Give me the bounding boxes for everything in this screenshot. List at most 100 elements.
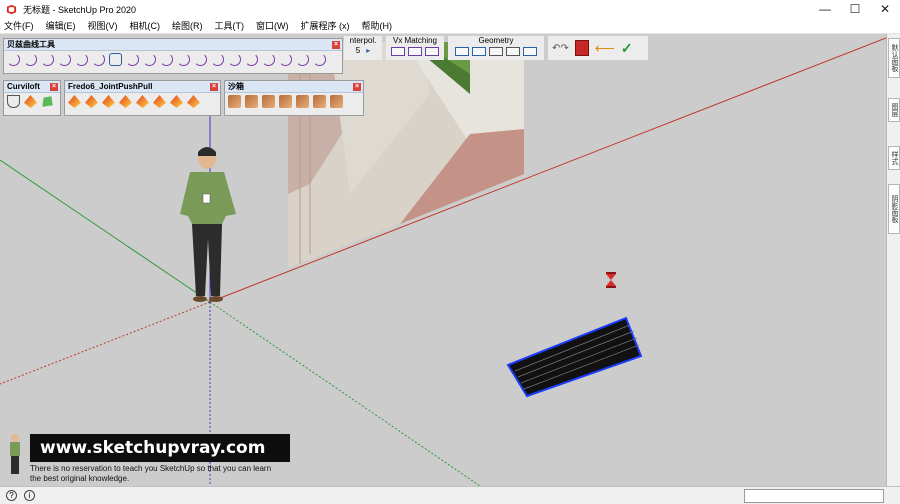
close-curviloft-toolbar-button[interactable]: × bbox=[50, 83, 58, 91]
arc-icon[interactable] bbox=[92, 53, 105, 66]
back-arrow-icon[interactable]: ⟵ bbox=[595, 40, 615, 57]
bezier-toolbar: 贝兹曲线工具 × bbox=[3, 38, 343, 74]
minimize-button[interactable]: — bbox=[810, 0, 840, 18]
geometry-grid-icon-2[interactable] bbox=[472, 47, 486, 56]
menu-extensions[interactable]: 扩展程序 (x) bbox=[301, 19, 350, 32]
from-scratch-icon[interactable] bbox=[245, 95, 258, 108]
geometry-dots-icon[interactable] bbox=[523, 47, 537, 56]
menu-view[interactable]: 视图(V) bbox=[88, 19, 118, 32]
close-button[interactable]: ✕ bbox=[870, 0, 900, 18]
close-sandbox-toolbar-button[interactable]: × bbox=[353, 83, 361, 91]
bezier-toolbar-title: 贝兹曲线工具 × bbox=[4, 39, 342, 51]
confirm-check-icon[interactable]: ✓ bbox=[621, 40, 633, 57]
fspline-icon[interactable] bbox=[58, 53, 71, 66]
redo-pushpull-icon[interactable] bbox=[187, 95, 200, 108]
thicken-icon[interactable] bbox=[153, 95, 166, 108]
interpol-toolbar: nterpol. 5 ▸ bbox=[344, 36, 382, 60]
tray-tab-styles[interactable]: 样式 bbox=[888, 146, 900, 170]
loft-along-path-icon[interactable] bbox=[24, 95, 37, 108]
watermark-site-banner: www.sketchupvray.com bbox=[30, 434, 290, 462]
sketchup-logo-icon bbox=[6, 4, 17, 14]
watermark-line-2: the best original knowledge. bbox=[30, 474, 130, 483]
vector-pushpull-icon[interactable] bbox=[85, 95, 98, 108]
section-marker-icon[interactable] bbox=[606, 272, 616, 288]
undo-pushpull-icon[interactable] bbox=[170, 95, 183, 108]
menu-edit[interactable]: 编辑(E) bbox=[46, 19, 76, 32]
drape-icon[interactable] bbox=[296, 95, 309, 108]
default-tray: 默认面板 图层 样式 阴影面板 bbox=[886, 34, 900, 486]
wrench-icon[interactable] bbox=[279, 53, 292, 66]
scale-figure-person[interactable] bbox=[180, 147, 236, 302]
undo-redo-icon[interactable]: ↶↷ bbox=[552, 43, 569, 54]
watermark-person-logo bbox=[10, 434, 20, 474]
ellipse-icon[interactable] bbox=[143, 53, 156, 66]
spline-curve-icon[interactable] bbox=[24, 53, 37, 66]
add-detail-icon[interactable] bbox=[313, 95, 326, 108]
curviloft-toolbar-title: Curviloft × bbox=[4, 81, 60, 93]
tray-tab-layers[interactable]: 图层 bbox=[888, 98, 900, 122]
joint-pushpull-toolbar-title: Fredo6_JointPushPull × bbox=[65, 81, 220, 93]
joint-pushpull-icon[interactable] bbox=[68, 95, 81, 108]
extrude-pushpull-icon[interactable] bbox=[119, 95, 132, 108]
catmull-icon[interactable] bbox=[160, 53, 173, 66]
red-axis-dashed bbox=[0, 301, 211, 385]
polyline-curve-icon[interactable] bbox=[41, 53, 54, 66]
divider-curve-icon[interactable] bbox=[177, 53, 190, 66]
circle-icon[interactable] bbox=[126, 53, 139, 66]
menu-file[interactable]: 文件(F) bbox=[4, 19, 34, 32]
measurements-box[interactable] bbox=[744, 489, 884, 503]
follow-pushpull-icon[interactable] bbox=[136, 95, 149, 108]
skin-contour-icon[interactable] bbox=[42, 96, 53, 107]
question-icon[interactable]: ? bbox=[6, 490, 17, 501]
curviloft-toolbar: Curviloft × bbox=[3, 80, 61, 116]
cubic-bezier-icon[interactable] bbox=[75, 53, 88, 66]
tag-icon[interactable] bbox=[313, 53, 326, 66]
photo-texture-plane[interactable] bbox=[288, 42, 524, 268]
geometry-square-icon[interactable] bbox=[506, 47, 520, 56]
interpol-arrow-icon[interactable]: ▸ bbox=[366, 46, 370, 55]
close-bezier-toolbar-button[interactable]: × bbox=[332, 41, 340, 49]
blob-icon[interactable] bbox=[296, 53, 309, 66]
stamp-icon[interactable] bbox=[279, 95, 292, 108]
geometry-grid-icon-1[interactable] bbox=[455, 47, 469, 56]
green-axis-line bbox=[0, 159, 211, 303]
open-arc-icon[interactable] bbox=[228, 53, 241, 66]
vx-matching-toolbar: Vx Matching bbox=[386, 36, 444, 60]
watermark-caption: There is no reservation to teach you Ske… bbox=[30, 464, 330, 484]
watermark-line-1: There is no reservation to teach you Ske… bbox=[30, 464, 272, 473]
menu-draw[interactable]: 绘图(R) bbox=[172, 19, 203, 32]
flip-edge-icon[interactable] bbox=[330, 95, 343, 108]
tray-tab-shadows[interactable]: 阴影面板 bbox=[888, 184, 900, 234]
menu-help[interactable]: 帮助(H) bbox=[362, 19, 393, 32]
info-icon[interactable]: i bbox=[24, 490, 35, 501]
return-curve-icon[interactable] bbox=[211, 53, 224, 66]
bezier-curve-icon[interactable] bbox=[7, 53, 20, 66]
close-joint-toolbar-button[interactable]: × bbox=[210, 83, 218, 91]
menu-window[interactable]: 窗口(W) bbox=[256, 19, 289, 32]
interpol-label: nterpol. bbox=[349, 36, 377, 45]
menu-camera[interactable]: 相机(C) bbox=[130, 19, 161, 32]
vx-match-icon-2[interactable] bbox=[408, 47, 422, 56]
hatched-surface-object[interactable] bbox=[506, 316, 643, 398]
tray-tab-default[interactable]: 默认面板 bbox=[888, 38, 900, 78]
hook-curve-icon[interactable] bbox=[194, 53, 207, 66]
geometry-label: Geometry bbox=[478, 36, 514, 45]
interpol-value[interactable]: 5 bbox=[356, 46, 360, 55]
exit-door-icon[interactable] bbox=[574, 40, 589, 56]
title-bar: 无标题 - SketchUp Pro 2020 — ☐ ✕ bbox=[0, 0, 900, 18]
maximize-button[interactable]: ☐ bbox=[840, 0, 870, 18]
smoove-icon[interactable] bbox=[262, 95, 275, 108]
polygon-icon[interactable] bbox=[262, 53, 275, 66]
geometry-envelope-icon[interactable] bbox=[489, 47, 503, 56]
rectangle-icon[interactable] bbox=[109, 53, 122, 66]
loft-by-spline-icon[interactable] bbox=[7, 95, 20, 108]
vx-match-icon-3[interactable] bbox=[425, 47, 439, 56]
zigzag-icon[interactable] bbox=[245, 53, 258, 66]
normal-pushpull-icon[interactable] bbox=[102, 95, 115, 108]
geometry-toolbar: Geometry bbox=[448, 36, 544, 60]
window-title: 无标题 - SketchUp Pro 2020 bbox=[23, 4, 137, 15]
from-contours-icon[interactable] bbox=[228, 95, 241, 108]
action-toolbar: ↶↷ ⟵ ✓ bbox=[548, 36, 648, 60]
menu-tools[interactable]: 工具(T) bbox=[215, 19, 245, 32]
vx-match-icon-1[interactable] bbox=[391, 47, 405, 56]
